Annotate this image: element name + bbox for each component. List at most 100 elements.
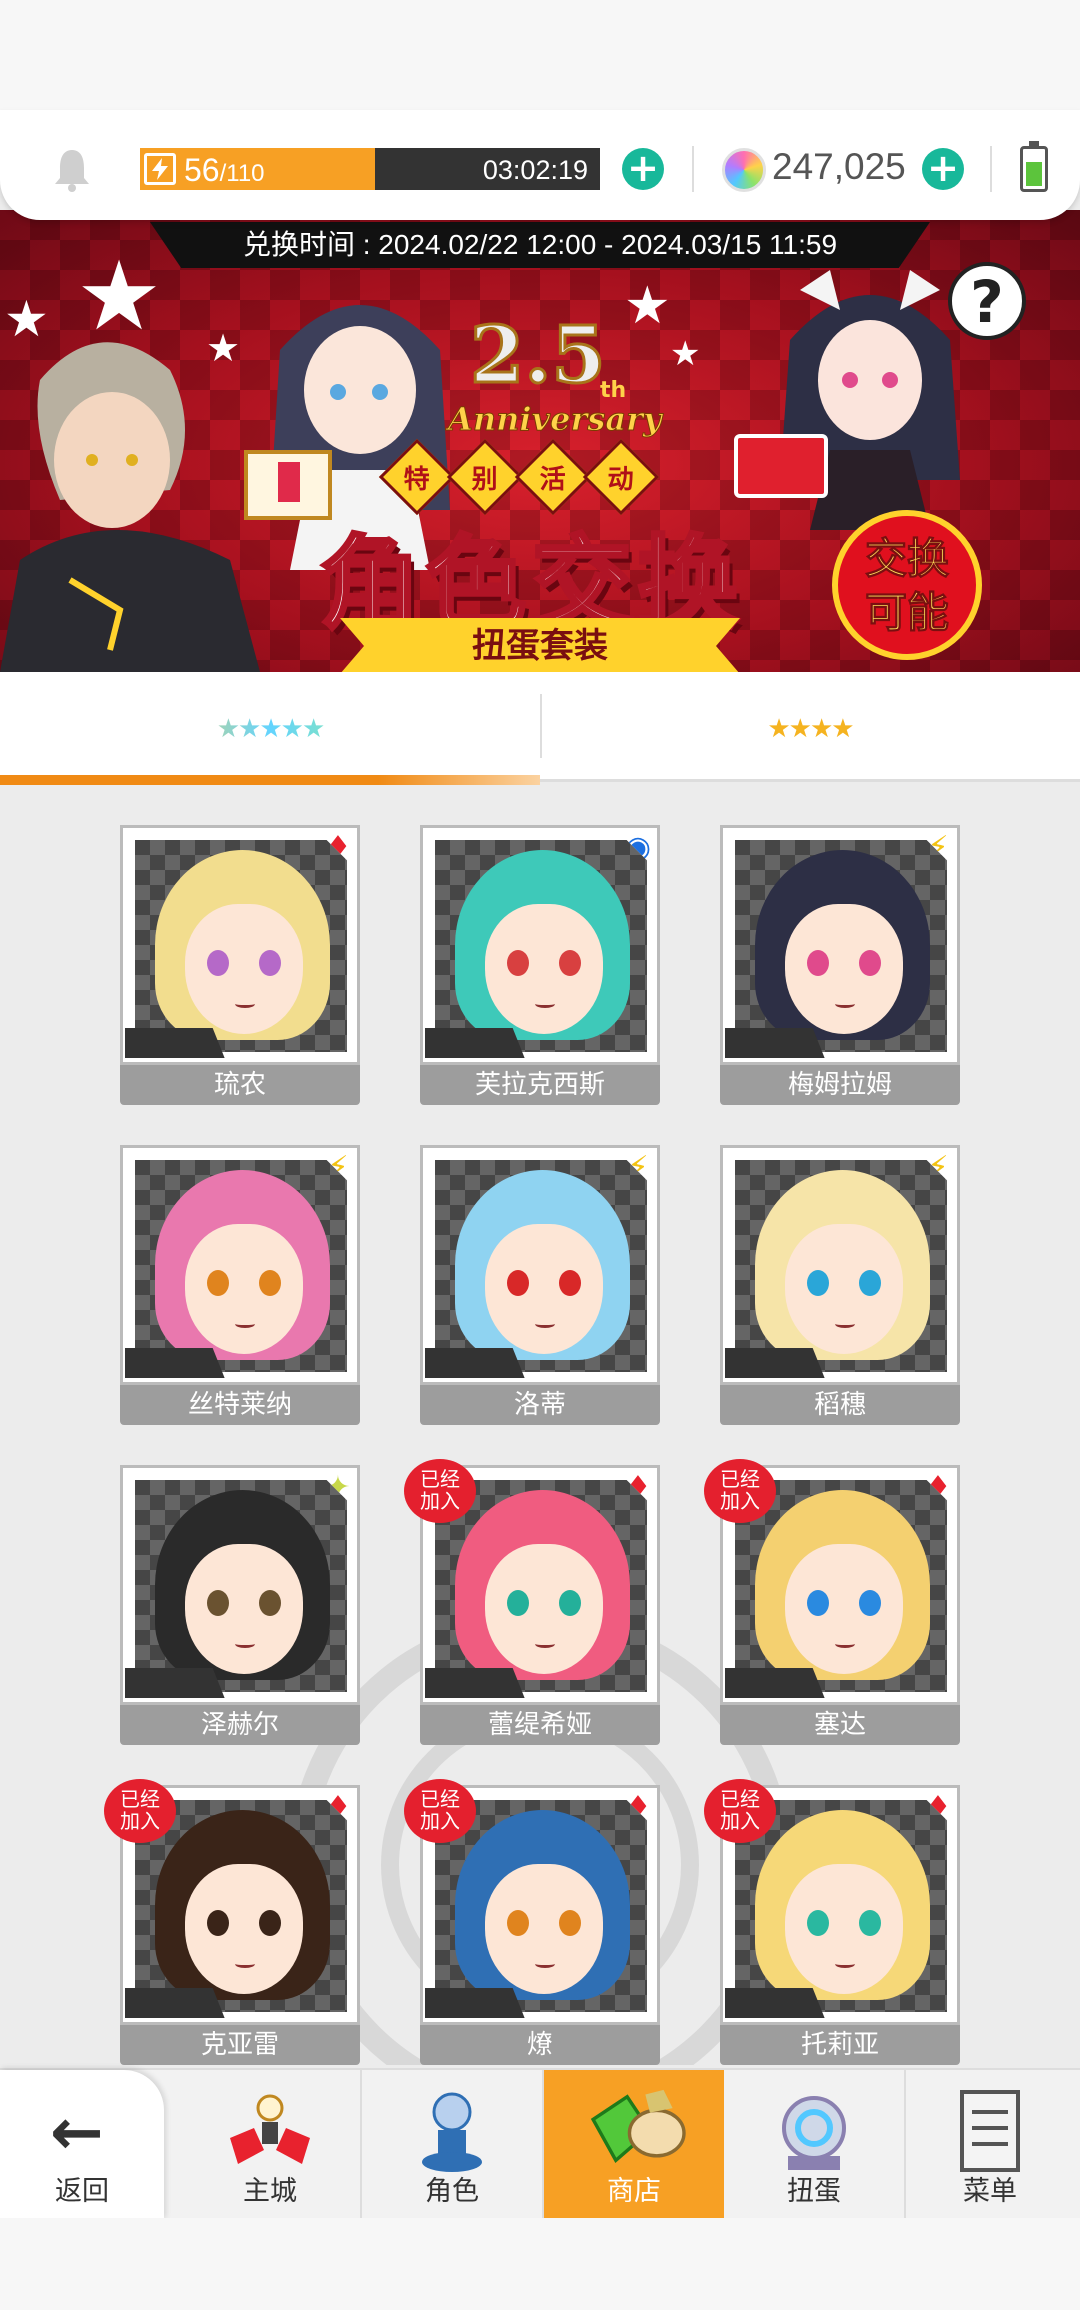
shop-bag-icon — [590, 2089, 686, 2164]
character-face — [185, 1224, 303, 1354]
stamina-bolt-icon — [144, 153, 176, 185]
character-card[interactable]: ◉★★★★★芙拉克西斯 — [420, 825, 660, 1105]
character-eye — [259, 1910, 281, 1936]
character-name: 克亚雷 — [120, 2025, 360, 2065]
rarity-stars: ★★★★★ — [425, 1668, 525, 1698]
character-name: 芙拉克西斯 — [420, 1065, 660, 1105]
castle-icon — [230, 2094, 310, 2164]
character-name: 丝特莱纳 — [120, 1385, 360, 1425]
character-eye — [259, 950, 281, 976]
gem-count: 247,025 — [772, 146, 906, 187]
stamina-bar: 56/110 03:02:19 — [140, 148, 600, 190]
character-eye — [859, 1910, 881, 1936]
divider — [692, 146, 694, 192]
bell-icon[interactable] — [52, 146, 92, 192]
owned-badge: 已经 加入 — [404, 1779, 476, 1843]
stamina-max: /110 — [219, 160, 265, 187]
character-name: 托莉亚 — [720, 2025, 960, 2065]
character-portrait-frame: ◉★★★★★ — [420, 825, 660, 1065]
character-eye — [207, 1590, 229, 1616]
back-label: 返回 — [55, 2176, 109, 2207]
nav-item-gacha[interactable]: 扭蛋 — [724, 2070, 904, 2220]
character-card[interactable]: ♦★★★★★塞达已经加入 — [704, 1459, 960, 1745]
nav-label: 商店 — [607, 2176, 661, 2207]
character-eye — [859, 1590, 881, 1616]
character-card[interactable]: ♦★★★★★琉农 — [120, 825, 360, 1105]
rarity-stars: ★★★★★ — [125, 1668, 225, 1698]
owned-badge-line1: 已经 — [720, 1467, 760, 1491]
add-stamina-button[interactable]: + — [622, 148, 664, 190]
character-card[interactable]: ⚡★★★★★梅姆拉姆 — [720, 825, 960, 1105]
character-name: 梅姆拉姆 — [720, 1065, 960, 1105]
back-button[interactable]: ← 返回 — [0, 2070, 164, 2220]
character-card[interactable]: ♦★★★★★蕾缇希娅已经加入 — [404, 1459, 660, 1745]
anniversary-word: Anniversary — [448, 400, 663, 439]
character-mouth — [235, 1320, 255, 1328]
owned-badge-line2: 加入 — [720, 1809, 760, 1833]
character-face — [185, 1544, 303, 1674]
nav-item-character[interactable]: 角色 — [362, 2070, 542, 2220]
character-portrait — [435, 1160, 647, 1372]
character-card[interactable]: ⚡★★★★★丝特莱纳 — [120, 1145, 360, 1425]
envelope-icon — [244, 450, 332, 520]
character-card[interactable]: ⚡★★★★★洛蒂 — [420, 1145, 660, 1425]
character-card[interactable]: ✦★★★★★泽赫尔 — [120, 1465, 360, 1745]
battery-fill — [1026, 162, 1042, 186]
owned-badge-line1: 已经 — [120, 1787, 160, 1811]
exchange-period: 兑换时间 : 2024.02/22 12:00 - 2024.03/15 11:… — [150, 222, 930, 268]
nav-item-castle[interactable]: 主城 — [180, 2070, 360, 2220]
character-name: 琉农 — [120, 1065, 360, 1105]
nav-item-shop[interactable]: 商店 — [544, 2070, 724, 2220]
character-portrait — [135, 840, 347, 1052]
stamina-timer: 03:02:19 — [482, 155, 588, 185]
badge-line2: 可能 — [864, 588, 949, 638]
rarity-stars: ★★★★★ — [425, 1348, 525, 1378]
rarity-tabs: ★★★★★ ★★★★ — [0, 672, 1080, 785]
status-bar: 56/110 03:02:19 + 247,025 + — [0, 110, 1080, 220]
nav-label: 主城 — [243, 2176, 297, 2207]
character-name: 洛蒂 — [420, 1385, 660, 1425]
character-eye — [559, 1910, 581, 1936]
character-face — [185, 1864, 303, 1994]
tab-4-star[interactable]: ★★★★ — [540, 672, 1080, 782]
character-mouth — [235, 1640, 255, 1648]
event-banner[interactable]: ★ ★ ★ ★ ★ 兑换时间 : 2024.02/22 12:00 - 2024… — [0, 210, 1080, 672]
character-card[interactable]: ♦★★★★★克亚雷已经加入 — [104, 1779, 360, 2065]
owned-badge-line2: 加入 — [120, 1809, 160, 1833]
nav-label: 角色 — [425, 2176, 479, 2207]
character-face — [485, 904, 603, 1034]
character-face — [785, 904, 903, 1034]
stamina-value: 56/110 — [184, 152, 265, 189]
system-bottom-area — [0, 2218, 1080, 2310]
owned-badge-line1: 已经 — [720, 1787, 760, 1811]
character-face — [785, 1224, 903, 1354]
menu-list-icon — [960, 2090, 1020, 2172]
banner-ribbon: 扭蛋套装 — [340, 618, 740, 672]
character-eye — [859, 1270, 881, 1296]
rarity-stars: ★★★★★ — [125, 1988, 225, 2018]
character-card[interactable]: ♦★★★★★托莉亚已经加入 — [704, 1779, 960, 2065]
character-portrait-frame: ⚡★★★★★ — [720, 1145, 960, 1385]
rarity-stars: ★★★★★ — [125, 1348, 225, 1378]
character-card[interactable]: ⚡★★★★★稻穗 — [720, 1145, 960, 1425]
rarity-stars: ★★★★★ — [125, 1028, 225, 1058]
character-face — [485, 1864, 603, 1994]
character-portrait — [735, 1160, 947, 1372]
character-face — [185, 904, 303, 1034]
gacha-icon — [782, 2096, 846, 2170]
special-char-text: 特 — [403, 464, 431, 495]
add-gems-button[interactable]: + — [922, 148, 964, 190]
character-face — [485, 1224, 603, 1354]
nav-label: 菜单 — [963, 2176, 1017, 2207]
battery-icon — [1020, 141, 1048, 192]
owned-badge: 已经 加入 — [704, 1779, 776, 1843]
special-event-label: 特 别 活 动 — [378, 438, 660, 516]
character-mouth — [535, 1960, 555, 1968]
character-card[interactable]: ♦★★★★★燎已经加入 — [404, 1779, 660, 2065]
character-portrait — [735, 840, 947, 1052]
tab-5-star[interactable]: ★★★★★ — [0, 672, 540, 785]
help-button[interactable]: ? — [948, 262, 1026, 340]
character-portrait-frame: ⚡★★★★★ — [420, 1145, 660, 1385]
nav-item-menu[interactable]: 菜单 — [900, 2070, 1080, 2220]
exchange-available-badge: 交换 可能 — [832, 510, 982, 660]
